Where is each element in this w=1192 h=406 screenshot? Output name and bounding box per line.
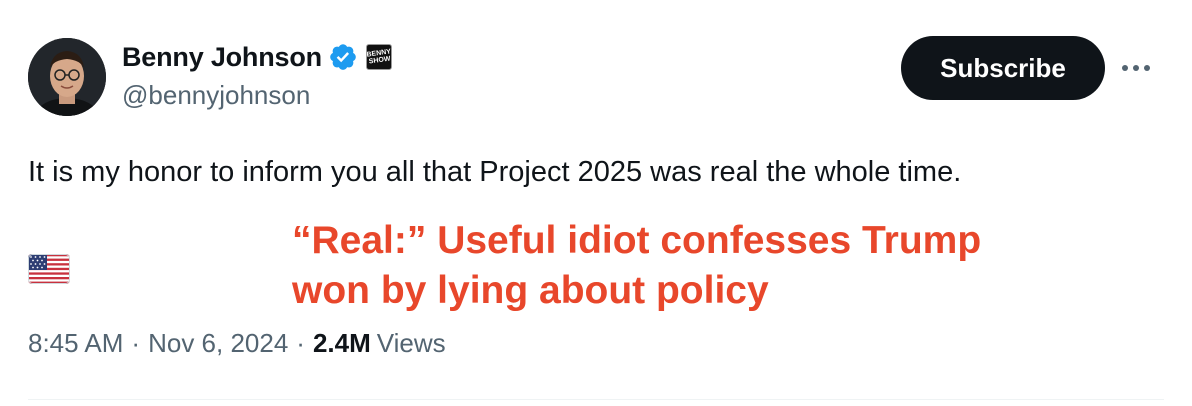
affiliate-badge-icon[interactable]: BENNY SHOW: [365, 44, 392, 70]
tweet-time[interactable]: 8:45 AM: [28, 328, 123, 359]
overlay-caption-line-2: won by lying about policy: [292, 269, 769, 312]
tweet-card: Benny Johnson BENNY SHOW @bennyjohnson S…: [0, 0, 1192, 406]
views-count[interactable]: 2.4M: [313, 328, 371, 359]
meta-separator: ·: [296, 328, 305, 358]
subscribe-button[interactable]: Subscribe: [901, 36, 1105, 100]
overlay-caption-line-1: “Real:” Useful idiot confesses Trump: [292, 219, 982, 262]
tweet-meta: 8:45 AM · Nov 6, 2024 · 2.4M Views: [28, 328, 446, 359]
verified-badge-icon[interactable]: [328, 42, 358, 72]
author-name-row: Benny Johnson BENNY SHOW: [122, 40, 392, 74]
affiliate-badge-text: BENNY SHOW: [365, 48, 392, 66]
overlay-caption: “Real:” Useful idiot confesses Trump won…: [292, 216, 1162, 316]
us-flag-icon: [28, 254, 70, 286]
author-handle[interactable]: @bennyjohnson: [122, 80, 310, 111]
tweet-date[interactable]: Nov 6, 2024: [148, 328, 288, 359]
views-label[interactable]: Views: [377, 328, 446, 359]
meta-separator: ·: [131, 328, 141, 358]
more-horizontal-icon[interactable]: [1118, 52, 1154, 84]
tweet-text: It is my honor to inform you all that Pr…: [28, 156, 962, 188]
divider: [28, 399, 1164, 400]
avatar[interactable]: [28, 38, 106, 116]
author-display-name[interactable]: Benny Johnson: [122, 42, 322, 73]
